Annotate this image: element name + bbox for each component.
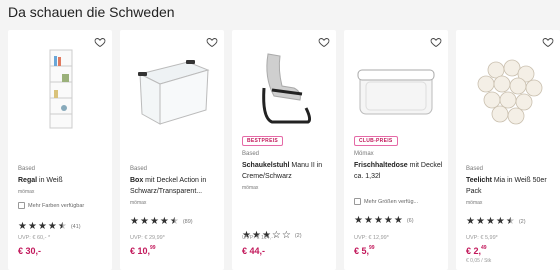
star-full-icon: ★ (37, 221, 47, 232)
product-title[interactable]: Regal in Weiß (18, 175, 108, 186)
rating-stars: ★ ★ ★ ★ ★ (41) (18, 222, 81, 232)
star-full-icon: ★ (383, 215, 393, 226)
product-card[interactable]: Based Box mit Deckel Action in Schwarz/T… (120, 30, 224, 270)
rating-stars: ★ ★ ★ ★ ★ (6) (354, 216, 414, 226)
star-full-icon: ★ (495, 216, 505, 227)
heart-icon[interactable] (206, 36, 218, 48)
uvp-price: UVP: € 60,- * (18, 235, 51, 241)
uvp-price: UVP: € 114,- * (242, 235, 277, 241)
unit-price: € 0,05 / Stk (466, 258, 492, 264)
section-heading: Da schauen die Schweden (8, 4, 175, 20)
star-full-icon: ★ (27, 221, 37, 232)
heart-icon[interactable] (318, 36, 330, 48)
product-title[interactable]: Teelicht Mia in Weiß 50er Pack (466, 175, 556, 197)
more-colors-note: Mehr Farben verfügbar (18, 202, 84, 209)
product-card[interactable]: CLUB-PREIS Mömax Frischhaltedose mit Dec… (344, 30, 448, 270)
star-half-icon: ★ (169, 216, 179, 227)
star-full-icon: ★ (475, 216, 485, 227)
review-count: (89) (182, 219, 193, 225)
star-full-icon: ★ (363, 215, 373, 226)
star-full-icon: ★ (18, 221, 27, 232)
star-full-icon: ★ (485, 216, 495, 227)
review-count: (2) (294, 233, 302, 239)
star-full-icon: ★ (139, 216, 149, 227)
star-full-icon: ★ (393, 215, 403, 226)
product-card[interactable]: Based Teelicht Mia in Weiß 50er Pack möm… (456, 30, 560, 270)
star-full-icon: ★ (466, 216, 475, 227)
product-brand: Mömax (354, 151, 374, 157)
product-brand: Based (242, 151, 260, 157)
sale-price: € 44,- (242, 246, 266, 256)
sale-price: € 2,49 (466, 245, 487, 256)
star-full-icon: ★ (354, 215, 363, 226)
rating-stars: ★ ★ ★ ★ ★ (2) (466, 217, 526, 227)
product-card[interactable]: BESTPREIS Based Schaukelstuhl Manu II in… (232, 30, 336, 270)
product-brand: Based (130, 166, 148, 172)
product-shop: mömax (130, 200, 147, 206)
star-full-icon: ★ (149, 216, 159, 227)
product-shop: mömax (466, 200, 483, 206)
heart-icon[interactable] (94, 36, 106, 48)
sale-price: € 5,99 (354, 245, 375, 256)
more-sizes-note: Mehr Größen verfüg... (354, 198, 418, 205)
star-half-icon: ★ (505, 216, 515, 227)
product-card[interactable]: Based Regal in Weiß mömax Mehr Farben ve… (8, 30, 112, 270)
review-count: (6) (406, 218, 414, 224)
product-image[interactable] (354, 48, 438, 130)
star-full-icon: ★ (159, 216, 169, 227)
product-brand: Based (18, 166, 36, 172)
review-count: (2) (518, 219, 526, 225)
product-image[interactable] (466, 48, 550, 130)
product-shop: mömax (242, 185, 259, 191)
star-full-icon: ★ (130, 216, 139, 227)
color-swatch-icon (18, 202, 25, 209)
star-full-icon: ★ (47, 221, 57, 232)
heart-icon[interactable] (542, 36, 554, 48)
rating-stars: ★ ★ ★ ★ ★ (89) (130, 217, 193, 227)
review-count: (41) (70, 224, 81, 230)
product-title[interactable]: Frischhaltedose mit Deckel ca. 1,32l (354, 160, 444, 182)
uvp-price: UVP: € 5,99* (466, 235, 498, 241)
size-icon (354, 198, 361, 205)
product-brand: Based (466, 166, 484, 172)
uvp-price: UVP: € 12,99* (354, 235, 389, 241)
star-empty-icon: ☆ (281, 230, 291, 241)
heart-icon[interactable] (430, 36, 442, 48)
sale-price: € 10,99 (130, 245, 156, 256)
sale-price: € 30,- (18, 246, 42, 256)
product-badge: CLUB-PREIS (354, 136, 398, 146)
product-badge: BESTPREIS (242, 136, 284, 146)
product-shop: mömax (18, 189, 35, 195)
star-full-icon: ★ (373, 215, 383, 226)
product-title[interactable]: Schaukelstuhl Manu II in Creme/Schwarz (242, 160, 332, 182)
product-image[interactable] (130, 48, 214, 130)
product-title[interactable]: Box mit Deckel Action in Schwarz/Transpa… (130, 175, 220, 197)
product-image[interactable] (18, 48, 102, 130)
uvp-price: UVP: € 29,99* (130, 235, 165, 241)
product-image[interactable] (242, 48, 326, 130)
star-half-icon: ★ (57, 221, 67, 232)
product-carousel: Based Regal in Weiß mömax Mehr Farben ve… (8, 30, 560, 270)
